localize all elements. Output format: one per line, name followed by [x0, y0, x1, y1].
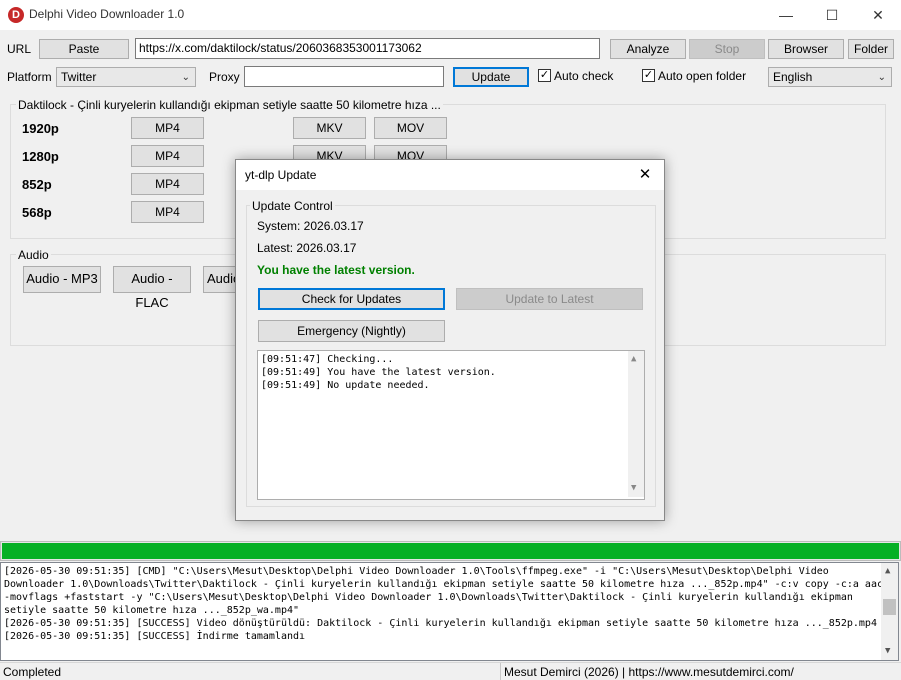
url-label: URL	[7, 42, 32, 56]
progress-bar	[0, 541, 901, 561]
paste-button[interactable]: Paste	[39, 39, 129, 59]
status-text: Completed	[3, 665, 62, 679]
log-line: setiyle saatte 50 kilometre hıza ..._852…	[4, 605, 300, 616]
scrollbar[interactable]: ▲ ▼	[881, 563, 898, 660]
mp4-1920p-button[interactable]: MP4	[131, 117, 204, 139]
log-line: [09:51:47] Checking...	[261, 354, 394, 365]
check-for-updates-button[interactable]: Check for Updates	[258, 288, 445, 310]
title-bar: D Delphi Video Downloader 1.0 — ☐ ✕	[0, 0, 901, 30]
resolution-label: 568p	[22, 205, 52, 220]
mp4-568p-button[interactable]: MP4	[131, 201, 204, 223]
update-to-latest-button[interactable]: Update to Latest	[456, 288, 643, 310]
status-text: You have the latest version.	[257, 263, 415, 277]
proxy-label: Proxy	[209, 70, 240, 84]
system-version: System: 2026.03.17	[257, 219, 364, 233]
resolution-label: 1280p	[22, 149, 59, 164]
audio-group-title: Audio	[16, 248, 51, 262]
update-log[interactable]: [09:51:47] Checking... [09:51:49] You ha…	[257, 350, 645, 500]
chevron-down-icon: ⌄	[181, 72, 190, 83]
url-input[interactable]: https://x.com/daktilock/status/206036835…	[135, 38, 600, 59]
log-line: [2026-05-30 09:51:35] [SUCCESS] İndirme …	[4, 631, 306, 642]
main-log[interactable]: [2026-05-30 09:51:35] [CMD] "C:\Users\Me…	[0, 562, 899, 661]
platform-label: Platform	[7, 70, 52, 84]
latest-version: Latest: 2026.03.17	[257, 241, 357, 255]
log-line: [09:51:49] No update needed.	[261, 380, 430, 391]
log-line: [2026-05-30 09:51:35] [SUCCESS] Video dö…	[4, 618, 877, 629]
mkv-1920p-button[interactable]: MKV	[293, 117, 366, 139]
scrollbar[interactable]: ▲ ▼	[628, 351, 644, 497]
platform-select[interactable]: Twitter ⌄	[56, 67, 196, 87]
folder-button[interactable]: Folder	[848, 39, 894, 59]
minimize-icon[interactable]: —	[763, 0, 809, 30]
close-icon[interactable]: ✕	[632, 163, 658, 187]
update-control-title: Update Control	[250, 199, 335, 213]
language-select[interactable]: English ⌄	[768, 67, 892, 87]
auto-open-folder-label: Auto open folder	[658, 69, 747, 83]
log-line: Downloader 1.0\Downloads\Twitter\Daktilo…	[4, 579, 883, 590]
progress-fill	[2, 543, 899, 559]
emergency-nightly-button[interactable]: Emergency (Nightly)	[258, 320, 445, 342]
browser-button[interactable]: Browser	[768, 39, 844, 59]
audio-mp3-button[interactable]: Audio - MP3	[23, 266, 101, 293]
mp4-1280p-button[interactable]: MP4	[131, 145, 204, 167]
update-button[interactable]: Update	[453, 67, 529, 87]
auto-check-label: Auto check	[554, 69, 614, 83]
log-line: [2026-05-30 09:51:35] [CMD] "C:\Users\Me…	[4, 566, 829, 577]
dialog-title-bar: yt-dlp Update ✕	[236, 160, 664, 190]
proxy-input[interactable]	[244, 66, 444, 87]
mov-1920p-button[interactable]: MOV	[374, 117, 447, 139]
platform-select-value: Twitter	[61, 70, 97, 84]
update-dialog: yt-dlp Update ✕ Update Control System: 2…	[235, 159, 665, 521]
status-divider	[500, 663, 501, 680]
scroll-up-icon[interactable]: ▲	[885, 565, 890, 578]
scroll-down-icon[interactable]: ▼	[631, 482, 636, 495]
scroll-thumb[interactable]	[883, 599, 896, 615]
window-title: Delphi Video Downloader 1.0	[29, 7, 185, 21]
log-line: -movflags +faststart -y "C:\Users\Mesut\…	[4, 592, 853, 603]
resolution-label: 852p	[22, 177, 52, 192]
analyze-button[interactable]: Analyze	[610, 39, 686, 59]
auto-check-checkbox[interactable]: ✓	[538, 69, 551, 82]
language-select-value: English	[773, 70, 813, 84]
dialog-title: yt-dlp Update	[245, 168, 317, 182]
credits-text: Mesut Demirci (2026) | https://www.mesut…	[504, 665, 794, 679]
app-icon: D	[8, 7, 24, 23]
scroll-down-icon[interactable]: ▼	[885, 645, 890, 658]
audio-flac-button[interactable]: Audio - FLAC	[113, 266, 191, 310]
maximize-icon[interactable]: ☐	[809, 0, 855, 30]
auto-open-folder-checkbox[interactable]: ✓	[642, 69, 655, 82]
video-title: Daktilock - Çinli kuryelerin kullandığı …	[16, 98, 443, 112]
stop-button[interactable]: Stop	[689, 39, 765, 59]
resolution-label: 1920p	[22, 121, 59, 136]
chevron-down-icon: ⌄	[877, 72, 886, 83]
mp4-852p-button[interactable]: MP4	[131, 173, 204, 195]
close-icon[interactable]: ✕	[855, 0, 901, 30]
log-line: [09:51:49] You have the latest version.	[261, 367, 496, 378]
status-bar: Completed Mesut Demirci (2026) | https:/…	[0, 662, 901, 680]
scroll-up-icon[interactable]: ▲	[631, 353, 636, 366]
